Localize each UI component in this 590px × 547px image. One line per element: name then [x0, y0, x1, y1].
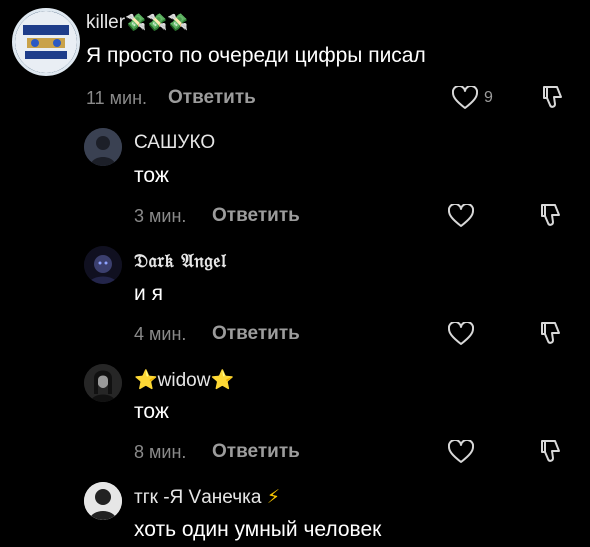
author-name[interactable]: killer [86, 12, 125, 33]
comment-time: 8 мин. [134, 442, 187, 462]
star-icon: ⭐ [210, 370, 235, 391]
comment-time: 11 мин. [86, 88, 148, 108]
reply-item: 𝔇𝔞𝔯𝔨 𝔄𝔫𝔤𝔢𝔩 и я 4 мин. Ответить [0, 238, 590, 356]
heart-icon[interactable] [452, 86, 478, 110]
reply-button[interactable]: Ответить [168, 87, 256, 109]
reply-button[interactable]: Ответить [212, 441, 300, 463]
reply-button[interactable]: Ответить [212, 323, 300, 345]
thumbs-down-icon[interactable] [540, 84, 566, 110]
comment-text: и я [134, 282, 163, 305]
avatar-image [84, 364, 122, 402]
comment-author[interactable]: САШУКО [134, 132, 215, 154]
comment-time: 3 мин. [134, 206, 187, 226]
heart-icon[interactable] [448, 440, 474, 464]
heart-icon[interactable] [448, 204, 474, 228]
avatar-image [84, 128, 122, 166]
comment-author[interactable]: тгк -Я Vанечка ⚡ [134, 486, 280, 509]
comment-item: killer💸💸💸 Я просто по очереди цифры писа… [0, 0, 590, 120]
heart-icon[interactable] [448, 322, 474, 346]
avatar-image [84, 482, 122, 520]
comment-author[interactable]: 𝔇𝔞𝔯𝔨 𝔄𝔫𝔤𝔢𝔩 [134, 250, 226, 272]
avatar[interactable] [84, 364, 122, 402]
reply-button[interactable]: Ответить [212, 205, 300, 227]
star-icon: ⭐ [134, 370, 158, 391]
avatar[interactable] [12, 8, 80, 76]
thumbs-down-icon[interactable] [538, 438, 564, 464]
avatar-image [84, 246, 122, 284]
comment-author[interactable]: killer💸💸💸 [86, 12, 189, 34]
avatar[interactable] [84, 128, 122, 166]
reply-item: тгк -Я Vанечка ⚡ хоть один умный человек [0, 474, 590, 547]
comment-text: Я просто по очереди цифры писал [86, 44, 426, 67]
comment-time: 4 мин. [134, 324, 187, 344]
thumbs-down-icon[interactable] [538, 202, 564, 228]
author-decoration: 💸💸💸 [125, 13, 189, 32]
author-name[interactable]: тгк -Я Vанечка [134, 487, 261, 508]
comment-text: тож [134, 400, 169, 423]
like-count: 9 [484, 89, 493, 106]
reply-item: ⭐widow⭐ тож 8 мин. Ответить [0, 356, 590, 474]
lightning-icon: ⚡ [266, 487, 281, 508]
comment-author[interactable]: ⭐widow⭐ [134, 368, 234, 392]
avatar-image [15, 11, 77, 73]
avatar[interactable] [84, 482, 122, 520]
avatar[interactable] [84, 246, 122, 284]
author-name[interactable]: widow [158, 370, 211, 391]
comment-text: хоть один умный человек [134, 518, 382, 541]
comment-text: тож [134, 164, 169, 187]
thumbs-down-icon[interactable] [538, 320, 564, 346]
reply-item: САШУКО тож 3 мин. Ответить [0, 120, 590, 238]
